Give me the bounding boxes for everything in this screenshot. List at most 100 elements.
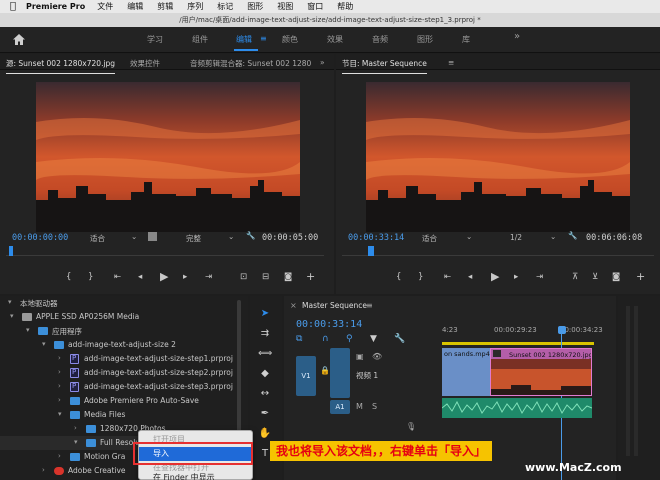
close-tab-icon[interactable]: × xyxy=(290,301,297,310)
tree-row[interactable]: ▾ Media Files xyxy=(0,408,240,422)
source-playhead[interactable] xyxy=(9,246,13,256)
tab-master-sequence[interactable]: Master Sequence xyxy=(302,301,367,310)
clip-audio[interactable] xyxy=(442,398,592,418)
overwrite-icon[interactable]: ⊟ xyxy=(262,272,269,282)
source-patch-v1[interactable]: V1 xyxy=(296,356,316,396)
chevron-right-icon[interactable]: › xyxy=(58,368,61,376)
go-to-out-icon[interactable]: ⇥ xyxy=(205,272,212,282)
clip-sunset[interactable]: Sunset 002 1280x720.jpg xyxy=(490,348,592,396)
program-video-frame[interactable] xyxy=(366,82,630,232)
program-playhead[interactable] xyxy=(368,246,374,256)
wrench-icon[interactable]: 🔧 xyxy=(246,231,255,240)
track-select-icon[interactable]: ⇉ xyxy=(258,328,272,342)
tree-row[interactable]: › add-image-text-adjust-size-step3.prproj xyxy=(0,380,240,394)
sync-lock-icon[interactable]: ▣ xyxy=(356,352,364,361)
work-area-bar[interactable] xyxy=(442,342,594,345)
timeline-menu-icon[interactable]: ≡ xyxy=(366,301,373,310)
snap-icon[interactable]: ∩ xyxy=(322,334,329,344)
program-zoom-chevron-icon[interactable]: ⌄ xyxy=(550,232,556,241)
source-fit-chevron-icon[interactable]: ⌄ xyxy=(131,232,137,241)
settings-square-icon[interactable] xyxy=(148,232,157,241)
timeline-playhead-handle[interactable] xyxy=(558,326,566,334)
menu-clip[interactable]: 剪辑 xyxy=(157,1,173,12)
eye-icon[interactable]: 👁 xyxy=(372,352,382,361)
menu-view[interactable]: 视图 xyxy=(277,1,293,12)
mark-out-icon[interactable]: } xyxy=(418,272,423,282)
program-fit-dropdown[interactable]: 适合 xyxy=(422,233,437,244)
tree-row[interactable]: › add-image-text-adjust-size-step2.prproj xyxy=(0,366,240,380)
razor-icon[interactable]: ◆ xyxy=(258,368,272,382)
tab-libraries[interactable]: 库 xyxy=(462,34,470,45)
solo-icon[interactable]: S xyxy=(372,402,377,411)
program-menu-icon[interactable]: ≡ xyxy=(448,58,454,67)
source-quality-chevron-icon[interactable]: ⌄ xyxy=(228,232,234,241)
program-zoom-dropdown[interactable]: 1/2 xyxy=(510,233,522,242)
tab-program[interactable]: 节目: Master Sequence xyxy=(342,58,427,74)
tab-effects[interactable]: 效果 xyxy=(327,34,343,45)
wrench-icon[interactable]: 🔧 xyxy=(394,334,405,344)
menu-lines-icon[interactable]: ≡ xyxy=(260,34,267,43)
clip-video-sands[interactable]: on sands.mp4 xyxy=(442,348,490,396)
step-forward-icon[interactable]: ▸ xyxy=(183,272,187,282)
wrench-icon[interactable]: 🔧 xyxy=(568,231,577,240)
tree-header[interactable]: ▾ 本地驱动器 xyxy=(0,296,240,310)
mark-in-icon[interactable]: { xyxy=(66,272,71,282)
mic-icon[interactable]: 🎙 xyxy=(406,422,416,431)
tab-editing[interactable]: 编辑 xyxy=(236,34,252,45)
add-marker-icon[interactable]: ▼ xyxy=(370,334,377,344)
export-frame-icon[interactable]: ◙ xyxy=(284,272,292,282)
menu-file[interactable]: 文件 xyxy=(97,1,113,12)
source-time-ruler[interactable] xyxy=(6,248,324,256)
timeline-timecode[interactable]: 00:00:33:14 xyxy=(296,319,362,330)
step-back-icon[interactable]: ◂ xyxy=(468,272,472,282)
tab-assembly[interactable]: 组件 xyxy=(192,34,208,45)
track-v1-header[interactable] xyxy=(330,348,350,398)
chevron-right-icon[interactable]: › xyxy=(74,424,77,432)
play-icon[interactable]: ▶ xyxy=(491,270,499,283)
menu-edit[interactable]: 编辑 xyxy=(127,1,143,12)
tab-learn[interactable]: 学习 xyxy=(147,34,163,45)
home-icon[interactable] xyxy=(12,33,26,46)
mark-out-icon[interactable]: } xyxy=(88,272,93,282)
chevron-down-icon[interactable]: ▾ xyxy=(74,438,78,446)
program-current-timecode[interactable]: 00:00:33:14 xyxy=(348,233,404,243)
chevron-right-icon[interactable]: › xyxy=(58,354,61,362)
tab-effect-controls[interactable]: 效果控件 xyxy=(130,58,160,69)
tree-row[interactable]: ▾ 应用程序 xyxy=(0,324,240,338)
source-fit-dropdown[interactable]: 适合 xyxy=(90,233,105,244)
selection-tool-icon[interactable]: ➤ xyxy=(258,308,272,322)
export-frame-icon[interactable]: ◙ xyxy=(612,272,620,282)
more-workspaces-icon[interactable]: » xyxy=(514,31,520,42)
play-icon[interactable]: ▶ xyxy=(160,270,168,283)
step-forward-icon[interactable]: ▸ xyxy=(514,272,518,282)
menu-sequence[interactable]: 序列 xyxy=(187,1,203,12)
slip-icon[interactable]: ↔ xyxy=(258,388,272,402)
chevron-down-icon[interactable]: ▾ xyxy=(42,340,46,348)
extract-icon[interactable]: ⊻ xyxy=(592,272,598,282)
menu-help[interactable]: 帮助 xyxy=(337,1,353,12)
tree-row[interactable]: ▾ add-image-text-adjust-size 2 xyxy=(0,338,240,352)
tab-color[interactable]: 颜色 xyxy=(282,34,298,45)
menu-graphics[interactable]: 图形 xyxy=(247,1,263,12)
program-fit-chevron-icon[interactable]: ⌄ xyxy=(466,232,472,241)
chevron-right-icon[interactable]: › xyxy=(42,466,45,474)
apple-icon[interactable]:  xyxy=(0,1,26,12)
chevron-right-icon[interactable]: › xyxy=(58,382,61,390)
go-to-in-icon[interactable]: ⇤ xyxy=(444,272,451,282)
source-current-timecode[interactable]: 00:00:00:00 xyxy=(12,233,68,243)
menu-window[interactable]: 窗口 xyxy=(307,1,323,12)
step-back-icon[interactable]: ◂ xyxy=(138,272,142,282)
menu-markers[interactable]: 标记 xyxy=(217,1,233,12)
ripple-edit-icon[interactable]: ⟺ xyxy=(258,348,272,362)
tab-audio-mixer[interactable]: 音频剪辑混合器: Sunset 002 1280 xyxy=(190,58,311,69)
add-button-icon[interactable]: + xyxy=(636,270,645,283)
chevron-down-icon[interactable]: ▾ xyxy=(10,312,14,320)
chevron-down-icon[interactable]: ▾ xyxy=(26,326,30,334)
add-button-icon[interactable]: + xyxy=(306,270,315,283)
nest-icon[interactable]: ⧉ xyxy=(296,334,302,344)
track-a1-header[interactable]: A1 xyxy=(330,400,350,414)
go-to-out-icon[interactable]: ⇥ xyxy=(536,272,543,282)
tree-row[interactable]: › add-image-text-adjust-size-step1.prproj xyxy=(0,352,240,366)
insert-icon[interactable]: ⊡ xyxy=(240,272,247,282)
lift-icon[interactable]: ⊼ xyxy=(572,272,578,282)
